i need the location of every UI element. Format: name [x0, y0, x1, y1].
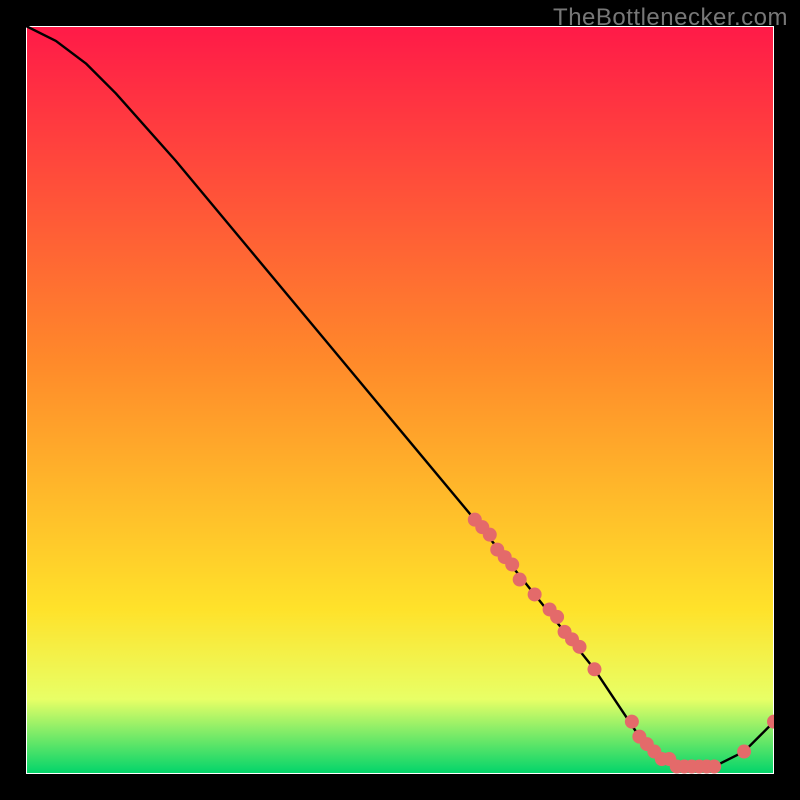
data-marker [513, 573, 527, 587]
plot-svg [26, 26, 774, 774]
data-marker [625, 715, 639, 729]
data-marker [573, 640, 587, 654]
data-marker [587, 662, 601, 676]
data-marker [737, 745, 751, 759]
chart-stage: TheBottlenecker.com [0, 0, 800, 800]
data-marker [505, 558, 519, 572]
watermark-text: TheBottlenecker.com [553, 4, 788, 32]
data-marker [550, 610, 564, 624]
data-marker [707, 760, 721, 774]
gradient-background [26, 26, 774, 774]
data-marker [483, 528, 497, 542]
plot-area [26, 26, 774, 774]
data-marker [528, 587, 542, 601]
